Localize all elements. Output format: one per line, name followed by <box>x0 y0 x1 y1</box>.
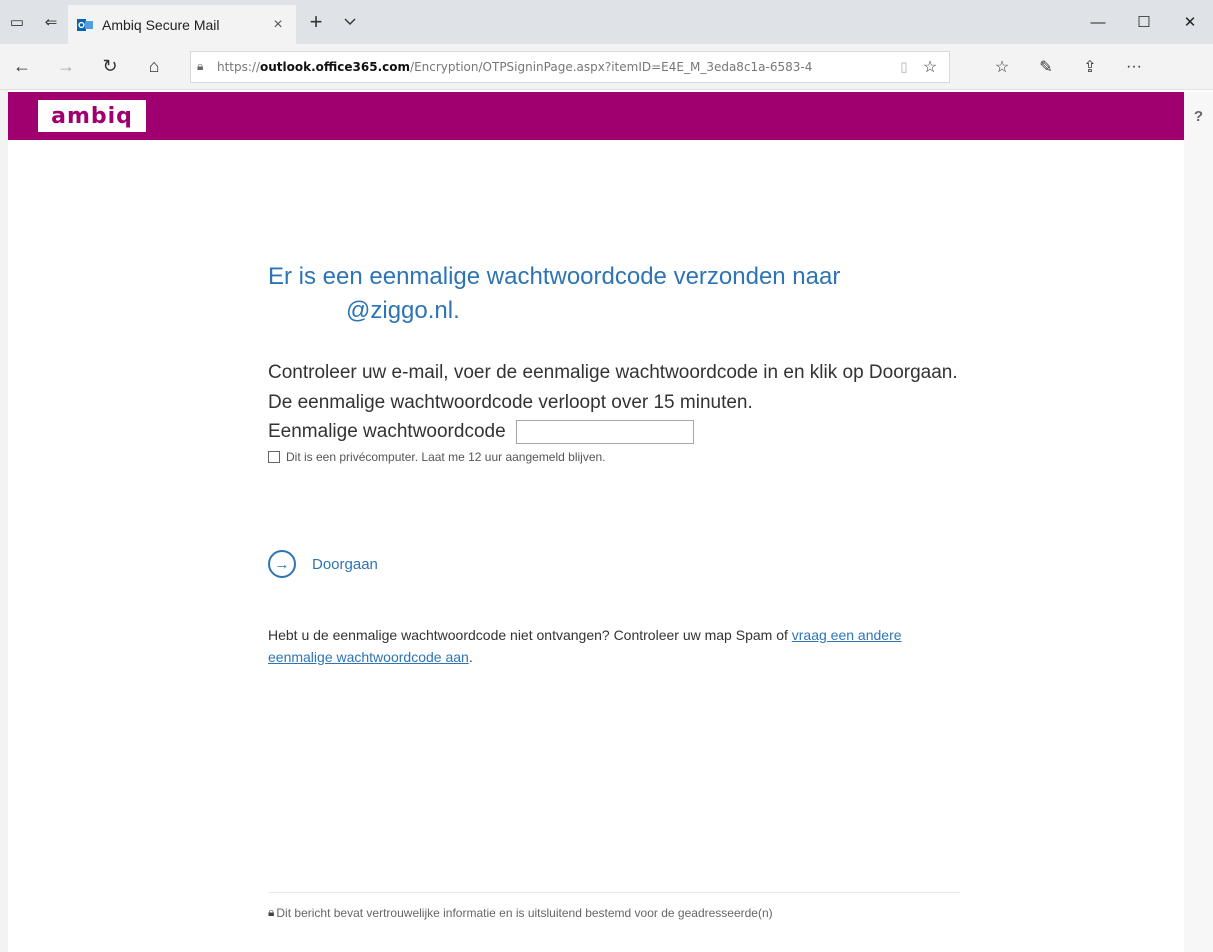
otp-label: Eenmalige wachtwoordcode <box>268 421 506 442</box>
otp-form: Er is een eenmalige wachtwoordcode verzo… <box>268 260 968 464</box>
footer: 🔒︎ Dit bericht bevat vertrouwelijke info… <box>268 905 773 920</box>
remember-me-row[interactable]: Dit is een privécomputer. Laat me 12 uur… <box>268 450 968 464</box>
star-icon[interactable]: ☆ <box>917 57 943 77</box>
footer-text: Dit bericht bevat vertrouwelijke informa… <box>276 905 773 920</box>
close-window-icon[interactable]: ✕ <box>1167 0 1213 44</box>
forward-arrow-icon[interactable]: → <box>44 44 88 90</box>
back-arrow-icon[interactable]: ← <box>0 44 44 90</box>
outlook-icon <box>76 17 94 33</box>
url-prefix: https:// <box>217 59 261 74</box>
continue-label[interactable]: Doorgaan <box>312 556 378 573</box>
refresh-icon[interactable]: ↻ <box>88 44 132 90</box>
browser-nav-bar: ← → ↻ ⌂ 🔒︎ https://outlook.office365.com… <box>0 44 1213 90</box>
page-title: Er is een eenmalige wachtwoordcode verzo… <box>268 260 968 328</box>
lock-icon: 🔒︎ <box>197 59 204 73</box>
more-icon[interactable]: ··· <box>1112 57 1156 77</box>
favorites-icon[interactable]: ☆ <box>980 57 1024 77</box>
home-icon[interactable]: ⌂ <box>132 44 176 90</box>
window-left-border <box>0 90 8 952</box>
pen-icon[interactable]: ✎ <box>1024 57 1068 77</box>
tab-title: Ambiq Secure Mail <box>102 16 220 33</box>
url-path: /Encryption/OTPSigninPage.aspx?itemID=E4… <box>410 59 813 74</box>
arrow-right-circle-icon[interactable]: → <box>268 550 296 578</box>
address-bar[interactable]: 🔒︎ https://outlook.office365.com/Encrypt… <box>190 50 950 83</box>
window-controls: — ☐ ✕ <box>1075 0 1213 44</box>
logo-text: ambiq <box>51 103 133 129</box>
remember-me-checkbox[interactable] <box>268 451 280 463</box>
close-icon[interactable]: × <box>268 16 288 34</box>
browser-toolbar-right: ☆ ✎ ⇪ ··· <box>980 57 1156 77</box>
maximize-icon[interactable]: ☐ <box>1121 0 1167 44</box>
resend-end: . <box>468 649 473 665</box>
otp-input[interactable] <box>515 420 694 444</box>
help-button[interactable]: ? <box>1184 92 1213 140</box>
resend-section: Hebt u de eenmalige wachtwoordcode niet … <box>268 624 958 668</box>
resend-text: Hebt u de eenmalige wachtwoordcode niet … <box>268 627 792 643</box>
ambiq-logo: ambiq <box>38 100 146 132</box>
browser-tab-strip: ▭ ⇐ Ambiq Secure Mail × + — ☐ ✕ <box>0 0 1213 44</box>
instructions-text: Controleer uw e-mail, voer de eenmalige … <box>268 362 958 413</box>
footer-divider <box>268 892 960 893</box>
share-icon[interactable]: ⇪ <box>1068 57 1112 77</box>
plus-icon[interactable]: + <box>296 0 336 44</box>
scrollbar-track[interactable] <box>1184 140 1213 952</box>
minimize-icon[interactable]: — <box>1075 0 1121 44</box>
set-aside-tabs-icon[interactable]: ▭ <box>0 0 34 44</box>
browser-tab[interactable]: Ambiq Secure Mail × <box>68 5 296 44</box>
url-host: outlook.office365.com <box>260 59 411 74</box>
chevron-down-icon[interactable] <box>336 0 364 44</box>
heading-email: @ziggo.nl. <box>346 297 460 324</box>
reading-view-icon[interactable]: ▯ <box>891 59 917 75</box>
otp-field-row: Eenmalige wachtwoordcode <box>268 420 968 444</box>
continue-button[interactable]: → Doorgaan <box>268 550 378 578</box>
padlock-icon: 🔒︎ <box>268 905 275 919</box>
tab-preview-icon[interactable]: ⇐ <box>34 0 68 44</box>
url-text[interactable]: https://outlook.office365.com/Encryption… <box>217 60 891 74</box>
brand-header: ambiq <box>8 92 1184 140</box>
remember-me-label: Dit is een privécomputer. Laat me 12 uur… <box>286 450 606 464</box>
heading-line: Er is een eenmalige wachtwoordcode verzo… <box>268 263 841 290</box>
